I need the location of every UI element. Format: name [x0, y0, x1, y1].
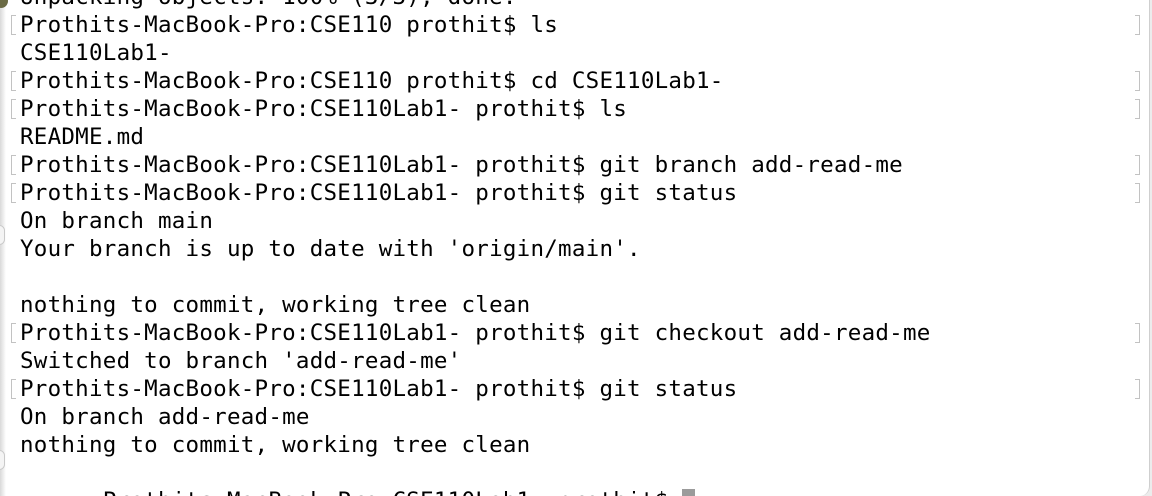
- terminal-line: Prothits-MacBook-Pro:CSE110Lab1- prothit…: [11, 151, 1140, 179]
- command-mark-left: [11, 379, 16, 399]
- command-mark-right: [1135, 379, 1140, 399]
- background-window-edge: [0, 450, 5, 470]
- terminal-line-text: Switched to branch 'add-read-me': [20, 348, 462, 374]
- command-mark-left: [11, 183, 16, 203]
- terminal-line: nothing to commit, working tree clean: [20, 291, 1140, 319]
- terminal-line-text: Prothits-MacBook-Pro:CSE110Lab1- prothit…: [20, 96, 628, 122]
- terminal-window[interactable]: Unpacking objects: 100% (3/3), done. Prot…: [0, 0, 1150, 496]
- command-mark-left: [11, 15, 16, 35]
- command-mark-right: [1135, 183, 1140, 203]
- terminal-line-text: Prothits-MacBook-Pro:CSE110Lab1- prothit…: [20, 180, 738, 206]
- terminal-line: On branch main: [20, 207, 1140, 235]
- terminal-line-text: Prothits-MacBook-Pro:CSE110 prothit$ ls: [20, 12, 559, 38]
- terminal-line-text: Unpacking objects: 100% (3/3), done.: [20, 0, 517, 10]
- prompt-text: Prothits-MacBook-Pro:CSE110Lab1- prothit…: [103, 488, 669, 496]
- terminal-line: Prothits-MacBook-Pro:CSE110 prothit$ cd …: [11, 67, 1140, 95]
- command-mark-left: [11, 71, 16, 91]
- terminal-line: Switched to branch 'add-read-me': [20, 347, 1140, 375]
- text-cursor[interactable]: [682, 488, 696, 496]
- terminal-line: Prothits-MacBook-Pro:CSE110Lab1- prothit…: [11, 375, 1140, 403]
- command-mark-right: [1135, 155, 1140, 175]
- terminal-line: Prothits-MacBook-Pro:CSE110 prothit$ ls: [11, 11, 1140, 39]
- command-mark-right: [1135, 99, 1140, 119]
- terminal-line: README.md: [20, 123, 1140, 151]
- terminal-line-text: Prothits-MacBook-Pro:CSE110 prothit$ cd …: [20, 68, 724, 94]
- terminal-line: Your branch is up to date with 'origin/m…: [20, 235, 1140, 263]
- terminal-line-text: Prothits-MacBook-Pro:CSE110Lab1- prothit…: [20, 152, 903, 178]
- terminal-line: Unpacking objects: 100% (3/3), done.: [20, 0, 1140, 11]
- terminal-line: CSE110Lab1-: [20, 39, 1140, 67]
- background-window-edge: [0, 225, 5, 245]
- command-mark-right: [1135, 71, 1140, 91]
- terminal-line-text: CSE110Lab1-: [20, 40, 172, 66]
- terminal-lines: Unpacking objects: 100% (3/3), done. Prot…: [11, 0, 1140, 459]
- terminal-output[interactable]: Unpacking objects: 100% (3/3), done. Prot…: [11, 0, 1140, 496]
- terminal-line: nothing to commit, working tree clean: [20, 431, 1140, 459]
- command-mark-left: [11, 323, 16, 343]
- terminal-line-text: README.md: [20, 124, 145, 150]
- terminal-line-text: Prothits-MacBook-Pro:CSE110Lab1- prothit…: [20, 376, 738, 402]
- window-control-button[interactable]: [0, 0, 8, 8]
- terminal-line-text: On branch add-read-me: [20, 404, 310, 430]
- terminal-line: Prothits-MacBook-Pro:CSE110Lab1- prothit…: [11, 319, 1140, 347]
- terminal-line-text: nothing to commit, working tree clean: [20, 432, 531, 458]
- terminal-line-text: On branch main: [20, 208, 214, 234]
- terminal-prompt-line[interactable]: Prothits-MacBook-Pro:CSE110Lab1- prothit…: [20, 459, 1140, 496]
- terminal-line-text: Prothits-MacBook-Pro:CSE110Lab1- prothit…: [20, 320, 931, 346]
- window-left-edge: [0, 0, 6, 496]
- terminal-line-text: nothing to commit, working tree clean: [20, 292, 531, 318]
- terminal-line: Prothits-MacBook-Pro:CSE110Lab1- prothit…: [11, 179, 1140, 207]
- terminal-line: On branch add-read-me: [20, 403, 1140, 431]
- terminal-line-text: Your branch is up to date with 'origin/m…: [20, 236, 641, 262]
- terminal-line: Prothits-MacBook-Pro:CSE110Lab1- prothit…: [11, 95, 1140, 123]
- command-mark-left: [11, 99, 16, 119]
- command-mark-left: [11, 155, 16, 175]
- command-mark-right: [1135, 323, 1140, 343]
- command-mark-right: [1135, 15, 1140, 35]
